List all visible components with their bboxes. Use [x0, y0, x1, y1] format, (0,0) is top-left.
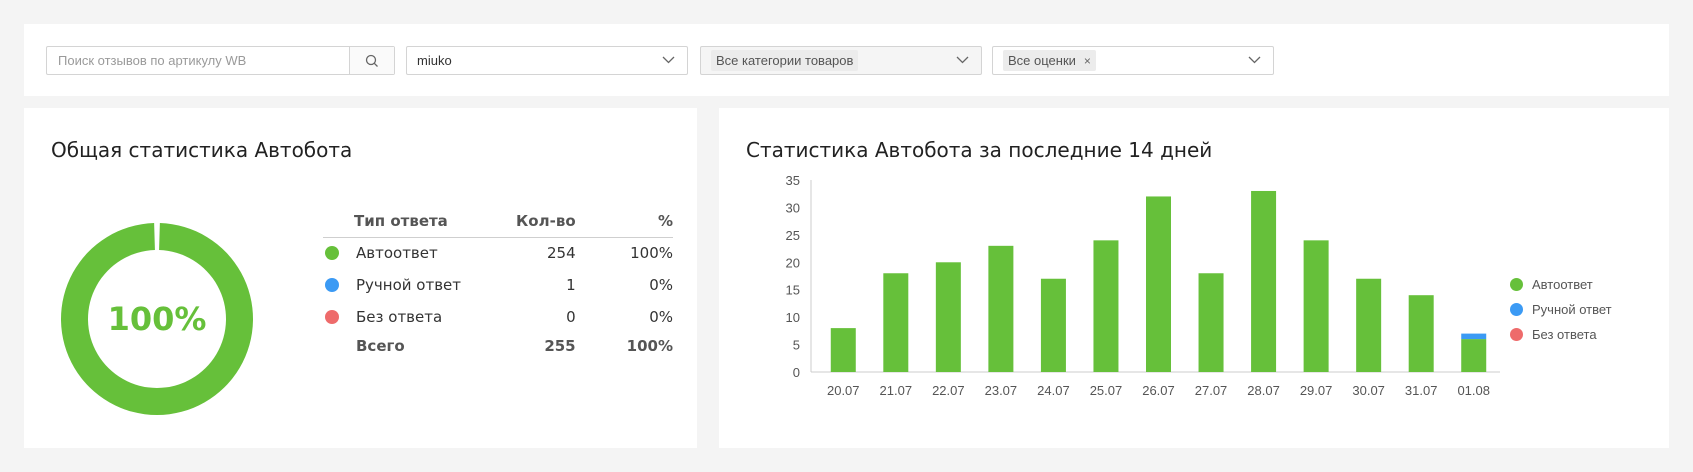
- x-tick-label: 25.07: [1090, 383, 1123, 398]
- bar-autoreply: [1408, 295, 1434, 372]
- table-row: Без ответа 0 0%: [323, 301, 673, 333]
- x-tick-label: 22.07: [932, 383, 965, 398]
- stats-table: Тип ответа Кол-во % Автоответ 254 100% Р…: [323, 205, 673, 359]
- row-percent: 0%: [649, 308, 673, 326]
- y-tick-label: 35: [786, 173, 800, 188]
- bar-autoreply: [1093, 240, 1119, 372]
- donut-chart: 100%: [52, 214, 262, 424]
- y-tick-label: 0: [793, 365, 800, 380]
- row-percent: 100%: [630, 244, 673, 263]
- bar-autoreply: [1356, 278, 1382, 372]
- x-tick-label: 27.07: [1195, 383, 1228, 398]
- rating-tag: Все оценки ×: [1003, 50, 1096, 71]
- legend-label: Ручной ответ: [1532, 302, 1612, 317]
- x-tick-label: 26.07: [1142, 383, 1175, 398]
- search-input[interactable]: [47, 47, 349, 74]
- header-count: Кол-во: [496, 205, 576, 238]
- search-icon: [365, 54, 378, 67]
- bar-autoreply: [935, 262, 961, 372]
- recent-stats-card: Статистика Автобота за последние 14 дней…: [719, 108, 1669, 448]
- x-tick-label: 01.08: [1457, 383, 1490, 398]
- donut-center-label: 100%: [107, 300, 207, 338]
- row-percent: 0%: [649, 276, 673, 294]
- search-box: [46, 46, 395, 75]
- legend-dot: [1510, 303, 1523, 316]
- total-count: 255: [544, 337, 576, 355]
- overall-stats-card: Общая статистика Автобота 100% Тип ответ…: [24, 108, 697, 448]
- y-tick-label: 25: [786, 228, 800, 243]
- bar-autoreply: [1040, 278, 1066, 372]
- filter-bar: miuko Все категории товаров Все оценки ×: [24, 24, 1669, 96]
- row-count: 1: [566, 276, 576, 294]
- dot-manual: [325, 278, 339, 292]
- category-select[interactable]: Все категории товаров: [700, 46, 982, 75]
- y-tick-label: 20: [786, 255, 800, 270]
- legend-item-autoreply[interactable]: Автоответ: [1510, 272, 1612, 297]
- bar-autoreply: [1146, 196, 1171, 372]
- bar-autoreply: [1461, 339, 1487, 372]
- stats-table-header: Тип ответа Кол-во %: [323, 205, 673, 238]
- search-button[interactable]: [349, 47, 394, 74]
- store-select[interactable]: miuko: [406, 46, 688, 75]
- x-tick-label: 30.07: [1352, 383, 1385, 398]
- bar-manual: [1461, 333, 1487, 340]
- row-count: 0: [566, 308, 576, 326]
- table-row: Автоответ 254 100%: [323, 237, 673, 269]
- legend-label: Без ответа: [1532, 327, 1597, 342]
- overall-stats-title: Общая статистика Автобота: [51, 138, 353, 162]
- bar-autoreply: [1198, 273, 1224, 372]
- bar-autoreply: [830, 328, 856, 372]
- chevron-down-icon: [662, 56, 675, 64]
- y-tick-label: 30: [786, 200, 800, 215]
- close-icon[interactable]: ×: [1084, 54, 1091, 68]
- y-tick-label: 5: [793, 338, 800, 353]
- x-tick-label: 29.07: [1300, 383, 1333, 398]
- legend-dot: [1510, 278, 1523, 291]
- chart-legend: Автоответ Ручной ответ Без ответа: [1510, 272, 1612, 347]
- x-tick-label: 31.07: [1405, 383, 1438, 398]
- bar-autoreply: [883, 273, 909, 372]
- dot-no-reply: [325, 310, 339, 324]
- x-tick-label: 24.07: [1037, 383, 1070, 398]
- rating-tag-label: Все оценки: [1008, 53, 1076, 68]
- bar-autoreply: [1303, 240, 1329, 372]
- row-count: 254: [546, 244, 576, 263]
- store-select-value: miuko: [417, 53, 452, 68]
- y-tick-label: 10: [786, 310, 800, 325]
- x-tick-label: 28.07: [1247, 383, 1280, 398]
- row-label: Без ответа: [356, 308, 443, 326]
- legend-dot: [1510, 328, 1523, 341]
- chevron-down-icon: [1248, 56, 1261, 64]
- chevron-down-icon: [956, 56, 969, 64]
- x-tick-label: 23.07: [985, 383, 1018, 398]
- total-percent: 100%: [626, 337, 673, 355]
- y-tick-label: 15: [786, 283, 800, 298]
- category-select-value: Все категории товаров: [711, 50, 859, 71]
- bar-autoreply: [1251, 190, 1277, 372]
- legend-item-manual[interactable]: Ручной ответ: [1510, 297, 1612, 322]
- x-tick-label: 21.07: [880, 383, 913, 398]
- bar-autoreply: [988, 245, 1014, 372]
- row-label: Ручной ответ: [356, 276, 462, 294]
- legend-label: Автоответ: [1532, 277, 1593, 292]
- rating-select[interactable]: Все оценки ×: [992, 46, 1274, 75]
- row-label: Автоответ: [356, 244, 438, 263]
- legend-item-no-reply[interactable]: Без ответа: [1510, 322, 1612, 347]
- dot-autoreply: [325, 246, 339, 261]
- total-label: Всего: [356, 337, 405, 355]
- table-row: Ручной ответ 1 0%: [323, 269, 673, 301]
- header-type: Тип ответа: [323, 205, 497, 238]
- header-percent: %: [575, 205, 673, 238]
- table-total-row: Всего 255 100%: [323, 333, 673, 359]
- x-tick-label: 20.07: [827, 383, 860, 398]
